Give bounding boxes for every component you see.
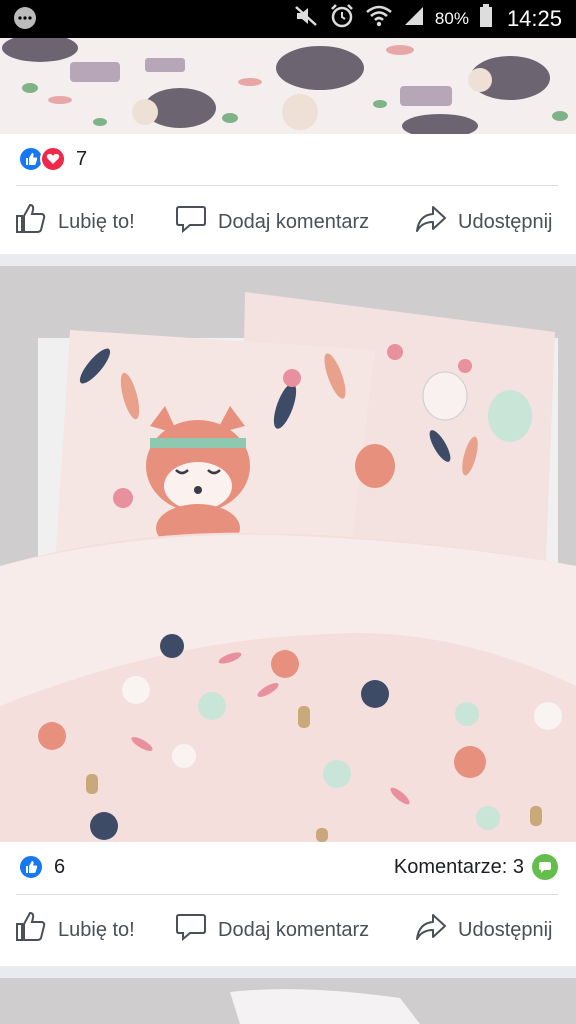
thumbs-up-icon — [14, 910, 48, 950]
clock: 14:25 — [506, 6, 562, 31]
post-image-fox-bedding[interactable] — [0, 266, 576, 842]
share-icon — [414, 202, 448, 242]
share-button[interactable]: Udostępnij — [414, 910, 553, 950]
comment-button[interactable]: Dodaj komentarz — [174, 910, 369, 950]
comments-label: Komentarze: 3 — [393, 855, 524, 878]
divider — [16, 185, 558, 186]
wifi-icon — [365, 4, 393, 34]
post-footer-2: 6 Komentarze: 3 Lubię to! Dodaj komentar… — [0, 842, 576, 966]
like-button[interactable]: Lubię to! — [14, 202, 135, 242]
reaction-count: 6 — [54, 855, 66, 878]
reaction-count: 7 — [76, 147, 88, 170]
comment-icon — [174, 910, 208, 950]
reactions-summary[interactable]: 6 — [18, 854, 65, 880]
comment-button[interactable]: Dodaj komentarz — [174, 202, 369, 242]
post-footer-1: 7 Lubię to! Dodaj komentarz Udostępnij — [0, 134, 576, 254]
messenger-icon — [12, 6, 38, 32]
post-image-next[interactable] — [0, 978, 576, 1024]
comments-count-link[interactable]: Komentarze: 3 — [394, 854, 558, 880]
share-label: Udostępnij — [458, 210, 553, 233]
like-label: Lubię to! — [58, 918, 135, 941]
battery-percent: 80% — [434, 9, 469, 28]
comment-icon — [174, 202, 208, 242]
comment-label: Dodaj komentarz — [218, 210, 370, 233]
signal-icon — [403, 5, 425, 33]
status-bar: 80% 14:25 — [0, 0, 576, 38]
comment-label: Dodaj komentarz — [218, 918, 370, 941]
battery-icon — [479, 4, 493, 34]
love-reaction-icon — [40, 146, 66, 172]
comment-bubble-icon — [532, 854, 558, 880]
share-label: Udostępnij — [458, 918, 553, 941]
mute-icon — [293, 4, 319, 34]
like-button[interactable]: Lubię to! — [14, 910, 135, 950]
divider — [16, 894, 558, 895]
alarm-icon — [329, 3, 355, 35]
reactions-summary[interactable]: 7 — [18, 146, 87, 172]
thumbs-up-icon — [14, 202, 48, 242]
post-image-hedgehog[interactable] — [0, 38, 576, 134]
share-button[interactable]: Udostępnij — [414, 202, 553, 242]
share-icon — [414, 910, 448, 950]
like-label: Lubię to! — [58, 210, 135, 233]
like-reaction-icon — [18, 854, 44, 880]
